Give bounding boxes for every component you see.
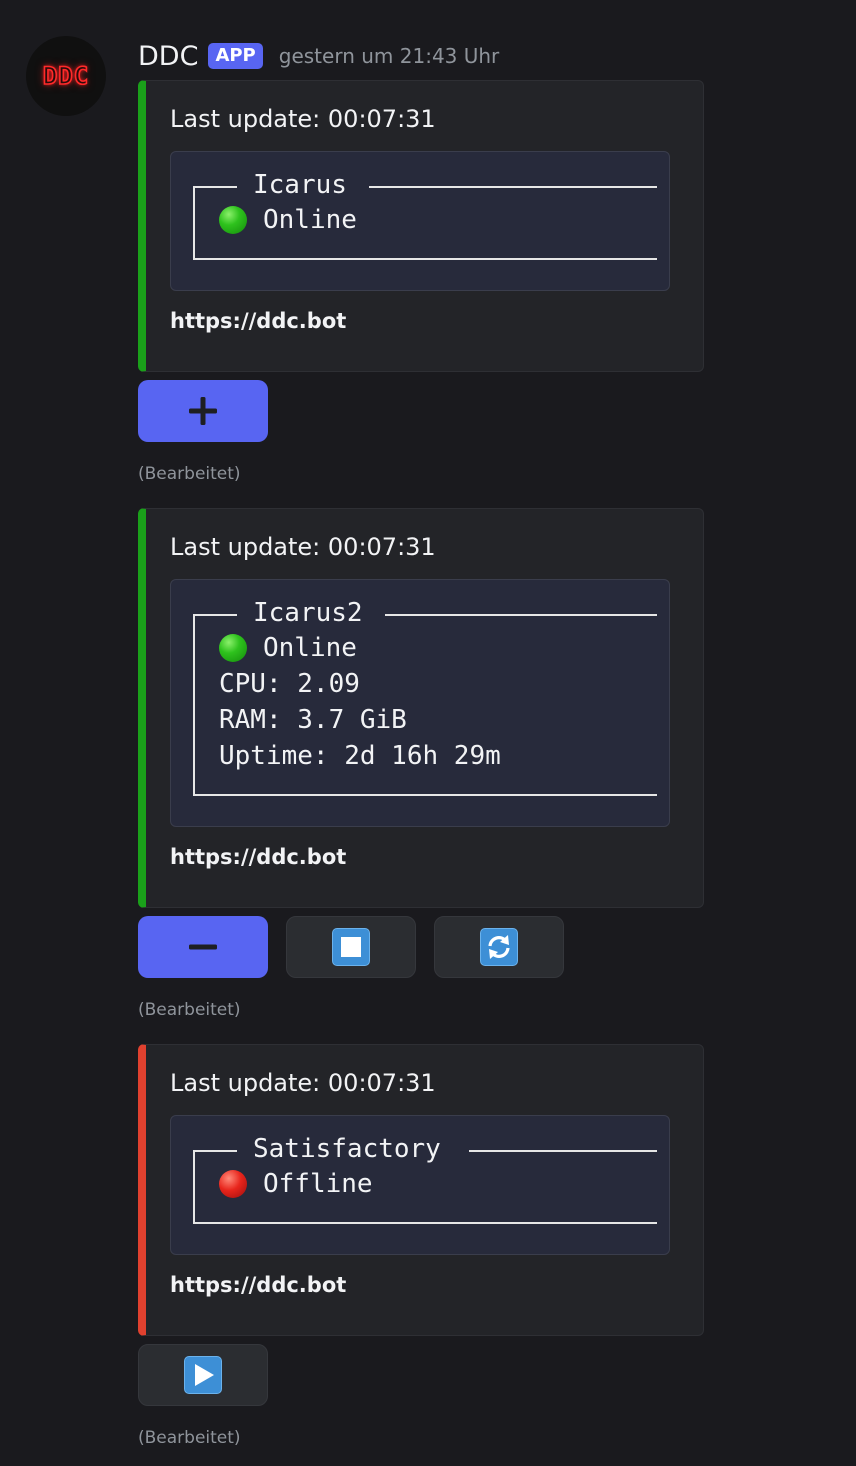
frame-top-left [193, 1150, 237, 1152]
plus-icon [189, 397, 217, 425]
frame-top-left [193, 614, 237, 616]
status-code-block: Satisfactory Offline [170, 1115, 670, 1255]
server-embed-icarus: Last update: 00:07:31 Icarus Online http… [138, 80, 704, 372]
server-embed-icarus2: Last update: 00:07:31 Icarus2 Online CPU… [138, 508, 704, 908]
username[interactable]: DDC [138, 41, 198, 72]
remove-button[interactable] [138, 916, 268, 978]
server-name: Satisfactory [253, 1134, 441, 1164]
server-name: Icarus [253, 170, 347, 200]
frame-top-left [193, 186, 237, 188]
minus-icon [189, 944, 217, 950]
status-line: Offline [219, 1166, 373, 1202]
restart-icon [480, 928, 518, 966]
red-circle-icon [219, 1170, 247, 1198]
green-circle-icon [219, 206, 247, 234]
avatar-logo-text: DDC [42, 61, 90, 91]
green-circle-icon [219, 634, 247, 662]
app-badge: APP [208, 43, 263, 69]
embed-footer: https://ddc.bot [170, 845, 347, 869]
message-header: DDC APP gestern um 21:43 Uhr [138, 36, 499, 76]
status-code-block: Icarus Online [170, 151, 670, 291]
frame-top-right [385, 614, 657, 616]
embed-footer: https://ddc.bot [170, 1273, 347, 1297]
cpu-stat: CPU: 2.09 [219, 669, 360, 699]
status-text: Offline [263, 1169, 373, 1199]
status-line: Online [219, 630, 357, 666]
uptime-stat: Uptime: 2d 16h 29m [219, 741, 501, 771]
restart-button[interactable] [434, 916, 564, 978]
embed-footer: https://ddc.bot [170, 309, 347, 333]
embed-title: Last update: 00:07:31 [170, 533, 436, 561]
edited-label: (Bearbeitet) [138, 464, 241, 484]
edited-label: (Bearbeitet) [138, 1428, 241, 1448]
stop-icon [332, 928, 370, 966]
ram-stat: RAM: 3.7 GiB [219, 705, 407, 735]
start-button[interactable] [138, 1344, 268, 1406]
play-icon [184, 1356, 222, 1394]
status-code-block: Icarus2 Online CPU: 2.09 RAM: 3.7 GiB Up… [170, 579, 670, 827]
status-text: Online [263, 205, 357, 235]
frame-top-right [469, 1150, 657, 1152]
embed-title: Last update: 00:07:31 [170, 105, 436, 133]
embed-title: Last update: 00:07:31 [170, 1069, 436, 1097]
server-name: Icarus2 [253, 598, 363, 628]
stop-button[interactable] [286, 916, 416, 978]
timestamp[interactable]: gestern um 21:43 Uhr [279, 44, 500, 68]
server-embed-satisfactory: Last update: 00:07:31 Satisfactory Offli… [138, 1044, 704, 1336]
status-text: Online [263, 633, 357, 663]
frame-top-right [369, 186, 657, 188]
add-button[interactable] [138, 380, 268, 442]
status-line: Online [219, 202, 357, 238]
avatar[interactable]: DDC [26, 36, 106, 116]
edited-label: (Bearbeitet) [138, 1000, 241, 1020]
